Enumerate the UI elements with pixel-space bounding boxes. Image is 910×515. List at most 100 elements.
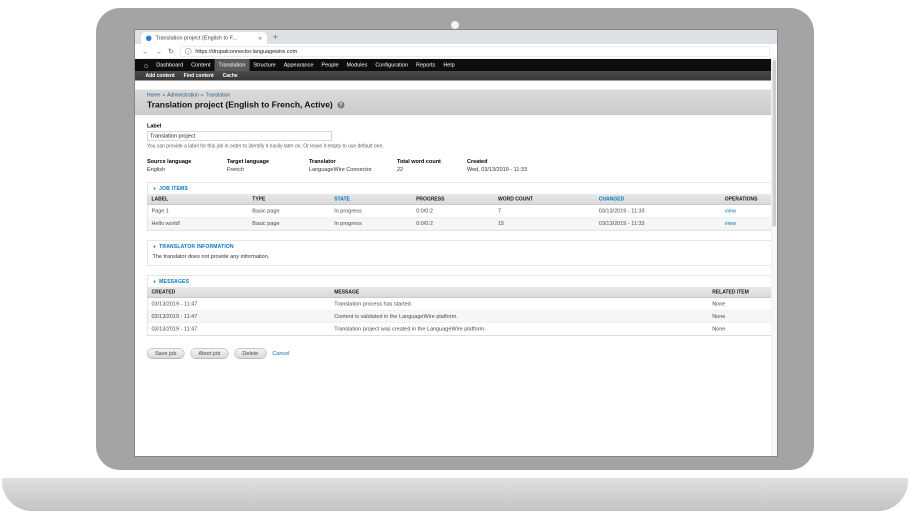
sort-state-link[interactable]: STATE [334,197,350,203]
translator-info-fieldset: ▼ TRANSLATOR INFORMATION The translator … [147,241,777,266]
toolbar-item-help[interactable]: Help [439,59,458,71]
meta-value: 22 [397,167,462,173]
toolbar-item-configuration[interactable]: Configuration [371,59,412,71]
collapse-icon: ▼ [153,245,157,250]
sort-changed-link[interactable]: CHANGED [599,197,624,203]
job-items-table: LABEL TYPE STATE PROGRESS WORD COUNT CHA… [148,194,778,230]
toolbar-item-reports[interactable]: Reports [412,59,439,71]
translator-info-legend[interactable]: ▼ TRANSLATOR INFORMATION [148,241,778,252]
job-items-legend[interactable]: ▼ JOB ITEMS [148,183,778,194]
delete-button[interactable]: Delete [234,348,266,359]
cell-related-item: None [708,310,777,323]
collapse-icon: ▼ [153,280,157,285]
save-job-button[interactable]: Save job [147,348,184,359]
meta-translator: Translator LanguageWire Connector [309,159,397,173]
browser-window: Translation project (English to F... × +… [135,30,777,456]
label-field-description: You can provide a label for this job in … [147,144,777,150]
cell-word-count: 15 [494,217,595,230]
translator-info-legend-label: TRANSLATOR INFORMATION [159,244,234,250]
meta-target-language: Target language French [227,159,309,173]
messages-fieldset: ▼ MESSAGES CREATED MESSAGE RELATED ITEM [147,276,777,337]
meta-word-count: Total word count 22 [397,159,467,173]
laptop-base [2,478,908,511]
shortcut-find-content[interactable]: Find content [179,73,218,79]
cancel-link[interactable]: Cancel [272,351,289,357]
col-progress: PROGRESS [412,194,494,205]
toolbar-item-dashboard[interactable]: Dashboard [152,59,187,71]
cell-related-item: None [708,323,777,336]
job-items-legend-label: JOB ITEMS [159,186,188,192]
shortcut-cache[interactable]: Cache [218,73,242,79]
new-tab-button[interactable]: + [273,34,278,42]
toolbar-item-modules[interactable]: Modules [343,59,372,71]
browser-tab[interactable]: Translation project (English to F... × [141,32,267,44]
table-row: Page 1 Basic page In progress 0:0/0:2 7 … [148,205,778,218]
breadcrumb-translation[interactable]: Translation [206,93,231,99]
meta-created: Created Wed, 03/13/2019 - 11:33 [467,159,532,173]
col-label: LABEL [148,194,249,205]
meta-label: Target language [227,159,304,165]
toolbar-item-translation[interactable]: Translation [214,59,249,71]
meta-value: French [227,167,304,173]
cell-operations: view [721,205,777,218]
translator-info-text: The translator does not provide any info… [148,252,778,265]
col-changed: CHANGED [595,194,721,205]
cell-label: Page 1 [148,205,249,218]
col-created: CREATED [148,287,331,298]
forward-icon[interactable]: → [155,47,162,55]
messages-legend[interactable]: ▼ MESSAGES [148,276,778,287]
col-related-item: RELATED ITEM [708,287,777,298]
screen: Translation project (English to F... × +… [135,30,777,456]
shortcut-add-content[interactable]: Add content [141,73,179,79]
view-link[interactable]: view [725,208,736,214]
label-form-item: Label You can provide a label for this j… [147,123,777,149]
cell-message: Translation project was created in the L… [330,323,708,336]
webcam-dot [451,21,459,29]
toolbar-item-appearance[interactable]: Appearance [280,59,318,71]
refresh-icon[interactable]: ↻ [168,47,174,56]
scrollbar[interactable] [771,59,777,456]
meta-source-language: Source language English [147,159,227,173]
page: Translation project (English to F... × +… [0,0,910,515]
home-icon[interactable]: ⌂ [140,59,152,71]
cell-type: Basic page [248,217,330,230]
table-header-row: LABEL TYPE STATE PROGRESS WORD COUNT CHA… [148,194,778,205]
cell-message: Content is validated in the LanguageWire… [330,310,708,323]
label-input[interactable] [147,131,332,141]
table-row: 03/13/2019 - 11:47 Translation project w… [148,323,778,336]
back-icon[interactable]: ← [142,47,149,55]
url-input[interactable]: i https://drupalconnector.languagewire.c… [180,46,770,57]
col-state: STATE [330,194,412,205]
breadcrumb-separator-icon: » [201,93,204,99]
meta-value: LanguageWire Connector [309,167,392,173]
meta-label: Created [467,159,527,165]
breadcrumb-home[interactable]: Home [147,93,160,99]
cell-label: Hello world! [148,217,249,230]
abort-job-button[interactable]: Abort job [190,348,228,359]
breadcrumb-administration[interactable]: Administration [167,93,199,99]
collapse-icon: ▼ [153,187,157,192]
tab-close-icon[interactable]: × [258,35,262,42]
cell-operations: view [721,217,777,230]
meta-label: Source language [147,159,222,165]
breadcrumb-separator-icon: » [162,93,165,99]
view-link[interactable]: view [725,221,736,227]
toolbar-item-people[interactable]: People [317,59,342,71]
laptop-bezel: Translation project (English to F... × +… [96,8,814,470]
meta-label: Total word count [397,159,462,165]
browser-address-bar: ← → ↻ i https://drupalconnector.language… [135,44,777,59]
toolbar-item-structure[interactable]: Structure [249,59,279,71]
table-row: 03/13/2019 - 11:47 Translation process h… [148,298,778,311]
toolbar-item-content[interactable]: Content [187,59,214,71]
help-icon[interactable]: ? [337,102,344,109]
site-info-icon[interactable]: i [185,48,192,55]
col-type: TYPE [248,194,330,205]
cell-changed: 03/13/2019 - 11:33 [595,205,721,218]
scrollbar-thumb[interactable] [773,60,777,227]
cell-changed: 03/13/2019 - 11:33 [595,217,721,230]
browser-tab-strip: Translation project (English to F... × + [135,30,777,44]
col-message: MESSAGE [330,287,708,298]
cell-created: 03/13/2019 - 11:47 [148,298,331,311]
cell-state: In progress [330,217,412,230]
cell-created: 03/13/2019 - 11:47 [148,310,331,323]
